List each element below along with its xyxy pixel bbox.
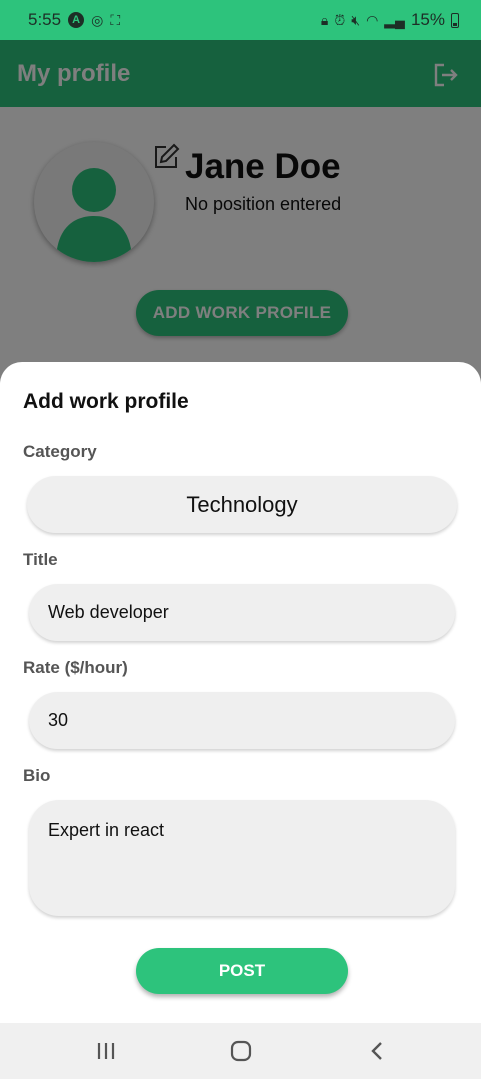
mute-icon: 🔇︎: [351, 12, 361, 28]
sheet-title: Add work profile: [23, 390, 189, 413]
recent-apps-icon[interactable]: [93, 1039, 119, 1063]
post-button[interactable]: POST: [136, 948, 348, 994]
battery-icon: [451, 12, 459, 28]
lock-icon: 🔒︎: [320, 12, 329, 28]
status-bar: 5:55 A ◎ ⛶ 🔒︎ ⏰︎ 🔇︎ ◠ ▂▄ 15%: [0, 0, 481, 40]
rate-value: 30: [48, 710, 69, 730]
back-icon[interactable]: [365, 1039, 391, 1063]
battery-percent: 15%: [410, 10, 445, 29]
category-value: Technology: [186, 491, 298, 517]
add-work-profile-sheet: Add work profile Category Technology Tit…: [0, 362, 481, 1023]
alarm-icon: ⏰︎: [334, 12, 346, 28]
wifi-icon: ◠: [366, 12, 379, 28]
bio-textarea[interactable]: Expert in react: [29, 800, 455, 916]
title-label: Title: [23, 550, 58, 569]
status-right: 🔒︎ ⏰︎ 🔇︎ ◠ ▂▄ 15%: [321, 10, 459, 30]
screenshot-icon: ⛶: [110, 12, 121, 28]
rate-label: Rate ($/hour): [23, 658, 128, 677]
status-left: 5:55 A ◎ ⛶: [28, 10, 120, 30]
status-time: 5:55: [28, 10, 62, 29]
signal-icon: ▂▄: [384, 12, 405, 28]
title-input[interactable]: Web developer: [29, 584, 455, 641]
system-nav-bar: [0, 1023, 481, 1079]
rate-input[interactable]: 30: [29, 692, 455, 749]
home-icon[interactable]: [228, 1039, 254, 1063]
bio-value: Expert in react: [48, 820, 165, 840]
title-value: Web developer: [48, 602, 169, 622]
alarm-app-icon: ◎: [91, 12, 104, 28]
bio-label: Bio: [23, 766, 51, 785]
category-select[interactable]: Technology: [27, 476, 457, 533]
category-label: Category: [23, 442, 97, 461]
a-circle-icon: A: [68, 12, 85, 28]
